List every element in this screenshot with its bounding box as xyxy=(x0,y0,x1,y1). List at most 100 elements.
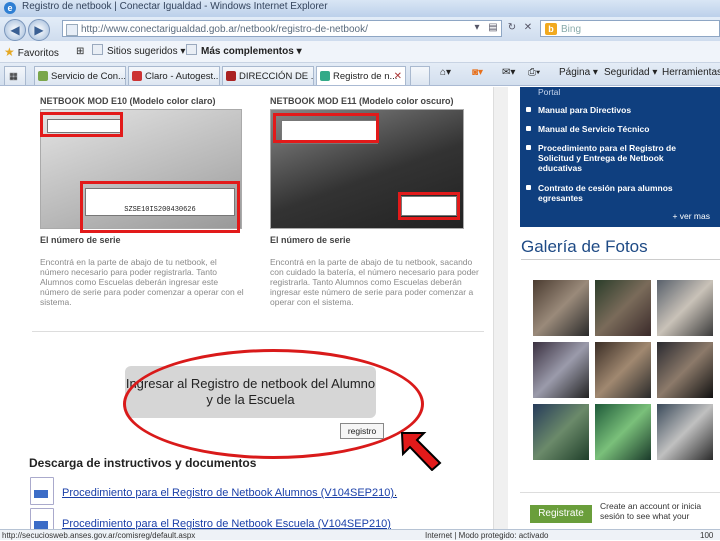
page-icon xyxy=(92,44,103,55)
status-zone: Internet | Modo protegido: activado xyxy=(425,531,549,540)
highlight-ellipse xyxy=(123,349,424,459)
download-link[interactable]: Procedimiento para el Registro de Netboo… xyxy=(62,518,391,529)
gallery-photo[interactable] xyxy=(657,404,713,460)
gallery-title: Galería de Fotos xyxy=(521,237,648,256)
gallery-photo[interactable] xyxy=(533,342,589,398)
back-button[interactable]: ◀ xyxy=(4,19,26,41)
ie-logo-icon: e xyxy=(4,2,16,14)
serial-title: El número de serie xyxy=(270,235,351,245)
more-addons-label: Más complementos ▾ xyxy=(201,46,302,57)
tab-label: DIRECCIÓN DE ... xyxy=(239,71,314,82)
download-item: Procedimiento para el Registro de Netboo… xyxy=(30,508,430,529)
netbook-e11-heading: NETBOOK MOD E11 (Modelo color oscuro) xyxy=(270,96,454,106)
home-icon[interactable]: ⌂▾ xyxy=(440,67,451,78)
page-icon xyxy=(132,71,142,81)
netbook-e10-heading: NETBOOK MOD E10 (Modelo color claro) xyxy=(40,96,216,106)
download-link[interactable]: Procedimiento para el Registro de Netboo… xyxy=(62,487,397,499)
red-arrow-icon xyxy=(400,432,442,471)
dropdown-icon[interactable]: ▾ xyxy=(470,21,484,35)
bullet-icon xyxy=(526,145,531,150)
bing-icon: b xyxy=(545,23,557,35)
tab-label: Claro - Autogest... xyxy=(145,71,220,82)
download-link-text[interactable]: Procedimiento para el Registro de Netboo… xyxy=(62,487,394,499)
compat-view-icon[interactable]: ▤ xyxy=(486,21,500,35)
serial-description: Encontrá en la parte de abajo de tu netb… xyxy=(270,257,479,307)
forward-button[interactable]: ▶ xyxy=(28,19,50,41)
gallery-photo[interactable] xyxy=(657,280,713,336)
register-side-text: Create an account or inicia sesión to se… xyxy=(600,501,702,521)
tab-claro[interactable]: Claro - Autogest... xyxy=(128,66,220,85)
tab-servicio[interactable]: Servicio de Con... xyxy=(34,66,126,85)
sidebar-link-servicio[interactable]: Manual de Servicio Técnico xyxy=(538,124,703,134)
register-side-box: Registrate Create an account or inicia s… xyxy=(520,492,720,529)
gallery-photo[interactable] xyxy=(533,404,589,460)
gallery-photo[interactable] xyxy=(595,280,651,336)
close-tab-icon[interactable]: ✕ xyxy=(394,67,402,85)
address-toolbar: ◀ ▶ http://www.conectarigualdad.gob.ar/n… xyxy=(0,17,720,41)
highlight-box xyxy=(40,112,123,137)
suggested-sites-label: Sitios sugeridos ▾ xyxy=(107,46,186,57)
star-icon: ★ xyxy=(4,45,15,59)
address-url: http://www.conectarigualdad.gob.ar/netbo… xyxy=(81,24,368,35)
sidebar-link-contrato[interactable]: Contrato de cesión para alumnos egresant… xyxy=(538,183,703,203)
divider xyxy=(32,331,484,332)
gallery-photo[interactable] xyxy=(595,342,651,398)
tab-label: Servicio de Con... xyxy=(51,71,126,82)
address-input[interactable]: http://www.conectarigualdad.gob.ar/netbo… xyxy=(62,20,502,37)
page-icon xyxy=(186,44,197,55)
tab-label: Registro de n... xyxy=(333,71,398,82)
mail-icon[interactable]: ✉▾ xyxy=(502,67,515,78)
print-icon[interactable]: ⎙▾ xyxy=(528,67,540,78)
suggested-sites-button[interactable]: Sitios sugeridos ▾ xyxy=(92,41,185,63)
refresh-icon[interactable]: ↻ xyxy=(505,21,519,35)
sidebar-menu: Portal Manual para Directivos Manual de … xyxy=(520,87,720,227)
registro-tooltip: registro xyxy=(340,423,384,439)
tab-direccion[interactable]: DIRECCIÓN DE ... xyxy=(222,66,314,85)
search-engine-label: Bing xyxy=(561,24,582,35)
gallery-photo[interactable] xyxy=(657,342,713,398)
scrollbar[interactable] xyxy=(493,87,508,529)
zoom-level[interactable]: 100 xyxy=(700,530,713,541)
highlight-box xyxy=(80,181,240,233)
more-addons-button[interactable]: Más complementos ▾ xyxy=(186,41,302,63)
window-title: Registro de netbook | Conectar Igualdad … xyxy=(22,1,328,12)
registrate-button[interactable]: Registrate xyxy=(530,505,592,523)
serial-description: Encontrá en la parte de abajo de tu netb… xyxy=(40,257,244,307)
highlight-box xyxy=(398,192,460,220)
quick-tabs-button[interactable]: ▦ xyxy=(4,66,26,85)
security-menu[interactable]: Seguridad ▾ xyxy=(604,67,657,78)
add-favorites-icon[interactable]: ⊞ xyxy=(76,41,84,63)
serial-title: El número de serie xyxy=(40,235,121,245)
tools-menu[interactable]: Herramientas ▾ xyxy=(662,67,720,78)
gallery-photo[interactable] xyxy=(595,404,651,460)
page-menu[interactable]: Página ▾ xyxy=(559,67,598,78)
gallery-photo[interactable] xyxy=(533,280,589,336)
bullet-icon xyxy=(526,126,531,131)
see-more-link[interactable]: + ver mas xyxy=(672,211,710,221)
document-icon xyxy=(30,477,54,505)
new-tab-button[interactable] xyxy=(410,66,430,85)
favorites-bar: ★ Favoritos ⊞ Sitios sugeridos ▾ Más comp… xyxy=(0,41,720,63)
tab-registro[interactable]: Registro de n... ✕ xyxy=(316,66,406,85)
page-icon xyxy=(66,24,78,36)
favorites-label: Favoritos xyxy=(17,48,59,59)
download-link-suffix: . xyxy=(394,487,398,499)
favorites-button[interactable]: ★ Favoritos xyxy=(4,41,59,65)
downloads-title: Descarga de instructivos y documentos xyxy=(29,456,257,470)
sidebar-link-procedimiento[interactable]: Procedimiento para el Registro de Solici… xyxy=(538,143,703,173)
download-link-text[interactable]: Procedimiento para el Registro de Netboo… xyxy=(62,518,391,529)
bullet-icon xyxy=(526,107,531,112)
status-url: http://secuciosweb.anses.gov.ar/comisreg… xyxy=(2,531,196,540)
divider xyxy=(521,259,720,260)
page-icon xyxy=(226,71,236,81)
feeds-icon[interactable]: ◙▾ xyxy=(472,67,483,78)
document-icon xyxy=(30,508,54,529)
highlight-box xyxy=(273,113,379,143)
window-title-bar: e Registro de netbook | Conectar Igualda… xyxy=(0,0,720,17)
search-input[interactable]: b Bing xyxy=(540,20,720,37)
page-icon xyxy=(38,71,48,81)
sidebar-link-directivos[interactable]: Manual para Directivos xyxy=(538,105,703,115)
stop-icon[interactable]: ✕ xyxy=(521,21,535,35)
download-item: Procedimiento para el Registro de Netboo… xyxy=(30,477,430,505)
bullet-icon xyxy=(526,185,531,190)
